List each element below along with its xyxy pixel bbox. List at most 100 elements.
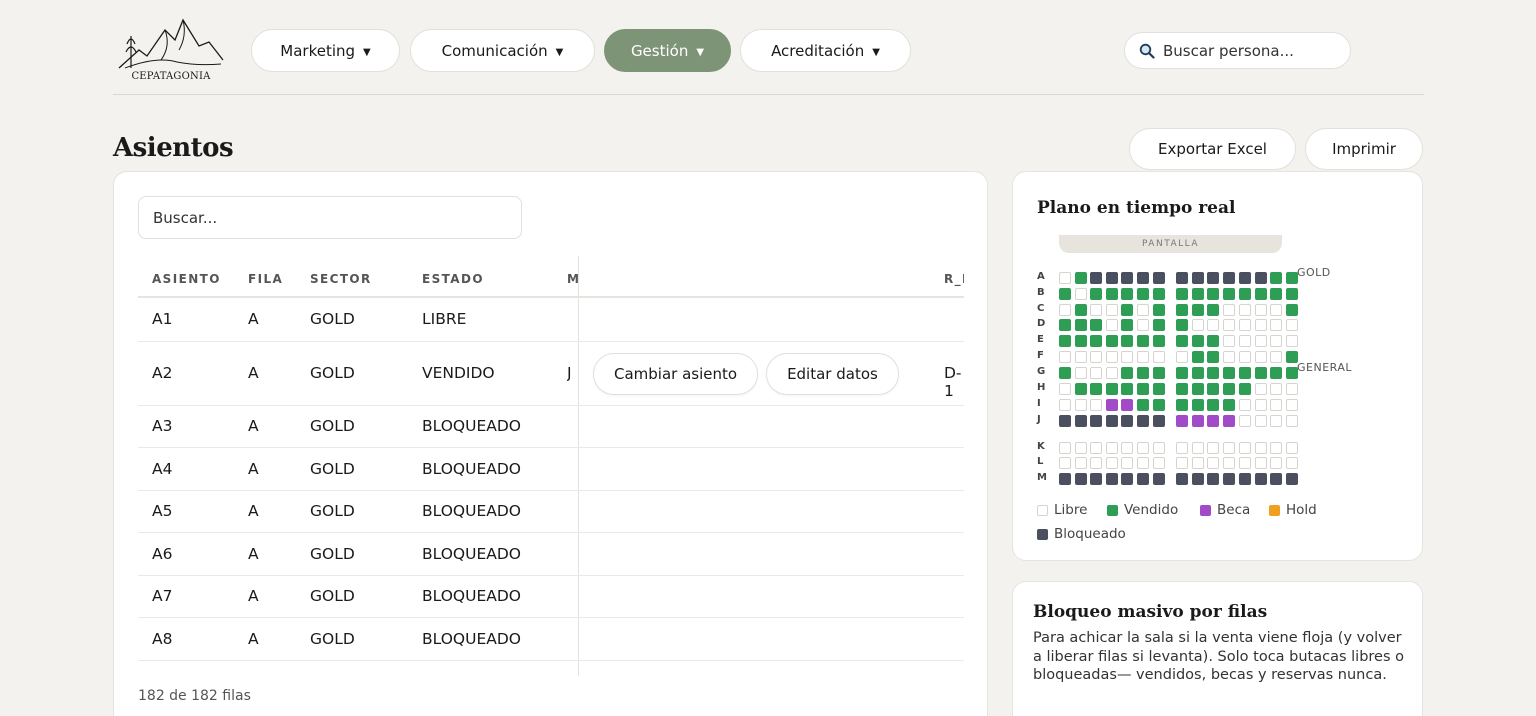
seat[interactable]: [1106, 415, 1118, 427]
seat[interactable]: [1270, 304, 1282, 316]
seat[interactable]: [1223, 272, 1235, 284]
seat[interactable]: [1153, 442, 1165, 454]
col-asiento[interactable]: ASIENTO: [152, 272, 221, 286]
seat[interactable]: [1192, 399, 1204, 411]
nav-gestion[interactable]: Gestión ▼: [604, 29, 731, 72]
seat[interactable]: [1059, 335, 1071, 347]
seat[interactable]: [1121, 383, 1133, 395]
nav-acreditacion[interactable]: Acreditación ▼: [740, 29, 911, 72]
seat[interactable]: [1090, 473, 1102, 485]
seat[interactable]: [1255, 304, 1267, 316]
seat[interactable]: [1270, 473, 1282, 485]
seat[interactable]: [1090, 319, 1102, 331]
seat[interactable]: [1106, 442, 1118, 454]
seat[interactable]: [1286, 457, 1298, 469]
nav-marketing[interactable]: Marketing ▼: [251, 29, 400, 72]
seat[interactable]: [1239, 351, 1251, 363]
seat[interactable]: [1270, 367, 1282, 379]
change-seat-button[interactable]: Cambiar asiento: [593, 353, 759, 395]
seat[interactable]: [1153, 288, 1165, 300]
seat[interactable]: [1090, 335, 1102, 347]
seat[interactable]: [1121, 399, 1133, 411]
seat[interactable]: [1137, 304, 1149, 316]
seat[interactable]: [1192, 335, 1204, 347]
seat[interactable]: [1239, 442, 1251, 454]
seat[interactable]: [1137, 399, 1149, 411]
seat[interactable]: [1176, 367, 1188, 379]
table-row[interactable]: A8 A GOLD BLOQUEADO: [138, 618, 964, 661]
seat[interactable]: [1137, 473, 1149, 485]
seat[interactable]: [1223, 383, 1235, 395]
seat[interactable]: [1153, 399, 1165, 411]
seat[interactable]: [1153, 304, 1165, 316]
edit-data-button[interactable]: Editar datos: [766, 353, 899, 395]
seat[interactable]: [1270, 288, 1282, 300]
seat[interactable]: [1075, 288, 1087, 300]
col-r[interactable]: R_I: [944, 272, 964, 286]
seat[interactable]: [1223, 442, 1235, 454]
seat[interactable]: [1255, 442, 1267, 454]
seat[interactable]: [1176, 335, 1188, 347]
seat[interactable]: [1270, 351, 1282, 363]
brand-logo[interactable]: CEPATAGONIA: [117, 16, 225, 84]
seat[interactable]: [1176, 473, 1188, 485]
seat[interactable]: [1270, 457, 1282, 469]
seat[interactable]: [1255, 383, 1267, 395]
seat[interactable]: [1121, 473, 1133, 485]
seat[interactable]: [1176, 442, 1188, 454]
seat[interactable]: [1090, 304, 1102, 316]
seat[interactable]: [1106, 272, 1118, 284]
seat[interactable]: [1255, 457, 1267, 469]
seat[interactable]: [1059, 304, 1071, 316]
seat[interactable]: [1059, 272, 1071, 284]
seat[interactable]: [1239, 457, 1251, 469]
seat[interactable]: [1059, 442, 1071, 454]
seat[interactable]: [1255, 367, 1267, 379]
seat[interactable]: [1137, 457, 1149, 469]
seat[interactable]: [1270, 383, 1282, 395]
seat[interactable]: [1286, 399, 1298, 411]
seat[interactable]: [1239, 272, 1251, 284]
seat[interactable]: [1207, 399, 1219, 411]
seat[interactable]: [1153, 272, 1165, 284]
seat[interactable]: [1137, 383, 1149, 395]
seat[interactable]: [1255, 415, 1267, 427]
seat[interactable]: [1121, 457, 1133, 469]
seat[interactable]: [1075, 442, 1087, 454]
table-search-input[interactable]: [138, 196, 522, 239]
seat[interactable]: [1106, 383, 1118, 395]
seat[interactable]: [1176, 304, 1188, 316]
seat[interactable]: [1075, 304, 1087, 316]
seat[interactable]: [1153, 473, 1165, 485]
seat[interactable]: [1192, 457, 1204, 469]
seat[interactable]: [1239, 473, 1251, 485]
seat[interactable]: [1223, 399, 1235, 411]
seat[interactable]: [1106, 457, 1118, 469]
seat[interactable]: [1075, 335, 1087, 347]
seat[interactable]: [1207, 351, 1219, 363]
seat[interactable]: [1270, 399, 1282, 411]
seat[interactable]: [1176, 383, 1188, 395]
seat[interactable]: [1075, 367, 1087, 379]
seat[interactable]: [1075, 351, 1087, 363]
seat[interactable]: [1176, 319, 1188, 331]
seat[interactable]: [1137, 319, 1149, 331]
seat[interactable]: [1153, 319, 1165, 331]
seat[interactable]: [1207, 367, 1219, 379]
seat[interactable]: [1137, 367, 1149, 379]
seat[interactable]: [1255, 319, 1267, 331]
seat[interactable]: [1090, 399, 1102, 411]
seat[interactable]: [1286, 473, 1298, 485]
seat[interactable]: [1106, 319, 1118, 331]
seat[interactable]: [1239, 335, 1251, 347]
seat[interactable]: [1223, 367, 1235, 379]
seat[interactable]: [1286, 288, 1298, 300]
seat[interactable]: [1207, 335, 1219, 347]
seat[interactable]: [1207, 319, 1219, 331]
seat[interactable]: [1059, 288, 1071, 300]
seat[interactable]: [1223, 473, 1235, 485]
seat[interactable]: [1207, 442, 1219, 454]
seat[interactable]: [1207, 304, 1219, 316]
table-row[interactable]: A3 A GOLD BLOQUEADO: [138, 406, 964, 448]
person-search-input[interactable]: [1163, 41, 1333, 60]
